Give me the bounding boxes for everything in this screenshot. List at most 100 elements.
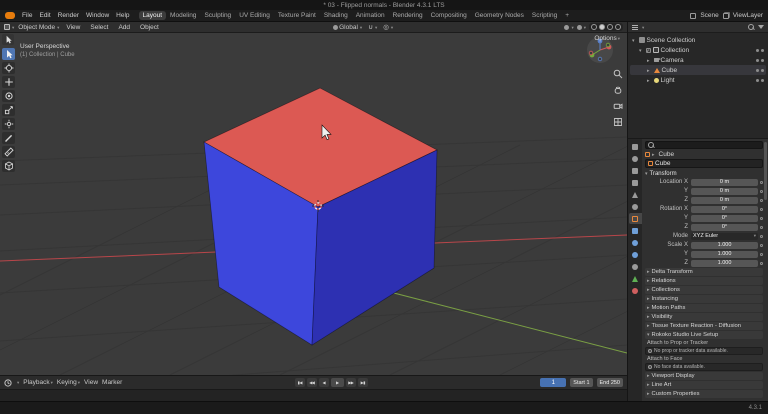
menu-help[interactable]: Help bbox=[113, 11, 132, 20]
eye-icon[interactable] bbox=[756, 58, 759, 62]
transform-panel-header[interactable]: Transform bbox=[645, 169, 763, 178]
animate-dot-icon[interactable] bbox=[760, 252, 763, 256]
menu-file[interactable]: File bbox=[19, 11, 35, 20]
jump-to-end-button[interactable]: ▶▮ bbox=[357, 378, 368, 387]
modifier-properties-tab[interactable] bbox=[629, 225, 642, 236]
play-button[interactable]: ▶ bbox=[330, 378, 344, 387]
menu-view[interactable]: View bbox=[63, 23, 83, 32]
workspace-tab-layout[interactable]: Layout bbox=[138, 11, 167, 20]
menu-render[interactable]: Render bbox=[55, 11, 82, 20]
animate-dot-icon[interactable] bbox=[760, 234, 763, 238]
outliner-row-collection[interactable]: Collection bbox=[630, 45, 766, 55]
section-motion-paths[interactable]: Motion Paths bbox=[645, 304, 763, 312]
tool-tab[interactable] bbox=[629, 141, 642, 152]
eye-icon[interactable] bbox=[756, 68, 759, 72]
menu-object[interactable]: Object bbox=[137, 23, 162, 32]
section-viewport-display[interactable]: Viewport Display bbox=[645, 372, 763, 380]
shading-material-button[interactable] bbox=[606, 24, 613, 30]
eye-icon[interactable] bbox=[756, 78, 759, 82]
camera-render-icon[interactable] bbox=[761, 68, 764, 72]
animate-dot-icon[interactable] bbox=[760, 261, 763, 265]
animate-dot-icon[interactable] bbox=[760, 189, 763, 193]
section-custom-properties[interactable]: Custom Properties bbox=[645, 390, 763, 398]
snap-toggle[interactable]: ∪ bbox=[368, 23, 377, 31]
menu-add[interactable]: Add bbox=[115, 23, 133, 32]
shading-rendered-button[interactable] bbox=[614, 24, 621, 30]
workspace-tab-animation[interactable]: Animation bbox=[352, 11, 389, 20]
overlays-dropdown[interactable] bbox=[576, 24, 586, 31]
ortho-grid-icon[interactable] bbox=[613, 117, 623, 127]
add-cube-tool[interactable] bbox=[2, 160, 15, 172]
proportional-editing-toggle[interactable]: ◎ bbox=[383, 23, 393, 31]
frame-end-field[interactable]: End 250 bbox=[596, 378, 623, 387]
frame-start-field[interactable]: Start 1 bbox=[570, 378, 593, 387]
animate-dot-icon[interactable] bbox=[760, 216, 763, 220]
editor-type-button[interactable] bbox=[4, 24, 14, 31]
previous-keyframe-button[interactable]: ◀◀ bbox=[306, 378, 317, 387]
workspace-tab-compositing[interactable]: Compositing bbox=[427, 11, 471, 20]
camera-render-icon[interactable] bbox=[761, 78, 764, 82]
section-visibility[interactable]: Visibility bbox=[645, 313, 763, 321]
pan-hand-icon[interactable] bbox=[613, 85, 623, 95]
measure-tool[interactable] bbox=[2, 146, 15, 158]
location-x-field[interactable]: 0 m bbox=[691, 178, 758, 186]
options-dropdown[interactable]: Options bbox=[594, 35, 620, 42]
menu-select[interactable]: Select bbox=[87, 23, 111, 32]
current-frame-field[interactable]: 1 bbox=[540, 378, 567, 387]
animate-dot-icon[interactable] bbox=[760, 198, 763, 202]
menu-playback[interactable]: Playback bbox=[23, 379, 53, 386]
shading-wireframe-button[interactable] bbox=[590, 24, 597, 30]
jump-to-start-button[interactable]: ▮◀ bbox=[294, 378, 305, 387]
output-properties-tab[interactable] bbox=[629, 165, 642, 176]
outliner-row-camera[interactable]: Camera bbox=[630, 55, 766, 65]
location-z-field[interactable]: 0 m bbox=[691, 196, 758, 204]
clock-icon[interactable] bbox=[4, 378, 12, 387]
view-layer-properties-tab[interactable] bbox=[629, 177, 642, 188]
collection-checkbox[interactable] bbox=[645, 47, 651, 53]
workspace-tab-geometry-nodes[interactable]: Geometry Nodes bbox=[471, 11, 528, 20]
animate-dot-icon[interactable] bbox=[760, 225, 763, 229]
render-properties-tab[interactable] bbox=[629, 153, 642, 164]
scale-z-field[interactable]: 1.000 bbox=[691, 259, 758, 267]
camera-render-icon[interactable] bbox=[761, 58, 764, 62]
select-box-tool[interactable] bbox=[2, 48, 15, 60]
cursor-tool[interactable] bbox=[2, 62, 15, 74]
scale-tool[interactable] bbox=[2, 104, 15, 116]
scale-y-field[interactable]: 1.000 bbox=[691, 250, 758, 258]
eye-icon[interactable] bbox=[756, 48, 759, 52]
scene-selector[interactable]: Scene bbox=[700, 12, 718, 19]
menu-marker[interactable]: Marker bbox=[102, 379, 122, 386]
shading-solid-button[interactable] bbox=[598, 24, 605, 30]
material-properties-tab[interactable] bbox=[629, 285, 642, 296]
object-data-properties-tab[interactable] bbox=[629, 273, 642, 284]
workspace-tab-scripting[interactable]: Scripting bbox=[528, 11, 561, 20]
timeline-ruler[interactable] bbox=[0, 389, 627, 401]
move-tool[interactable] bbox=[2, 76, 15, 88]
properties-scrollbar[interactable] bbox=[764, 142, 767, 200]
physics-properties-tab[interactable] bbox=[629, 249, 642, 260]
section-delta-transform[interactable]: Delta Transform bbox=[645, 268, 763, 276]
next-keyframe-button[interactable]: ▶▶ bbox=[345, 378, 356, 387]
object-name-field[interactable]: Cube bbox=[645, 159, 763, 168]
workspace-tab-sculpting[interactable]: Sculpting bbox=[200, 11, 235, 20]
animate-dot-icon[interactable] bbox=[760, 243, 763, 247]
scale-x-field[interactable]: 1.000 bbox=[691, 241, 758, 249]
workspace-tab-texture-paint[interactable]: Texture Paint bbox=[274, 11, 320, 20]
rotation-y-field[interactable]: 0° bbox=[691, 214, 758, 222]
menu-edit[interactable]: Edit bbox=[36, 11, 53, 20]
camera-view-icon[interactable] bbox=[613, 101, 623, 111]
section-relations[interactable]: Relations bbox=[645, 277, 763, 285]
rotation-x-field[interactable]: 0° bbox=[691, 205, 758, 213]
transform-orientation-dropdown[interactable]: Global bbox=[333, 24, 362, 31]
play-reverse-button[interactable]: ◀ bbox=[318, 378, 329, 387]
active-tool-icon[interactable] bbox=[2, 34, 14, 45]
section-line-art[interactable]: Line Art bbox=[645, 381, 763, 389]
camera-render-icon[interactable] bbox=[761, 48, 764, 52]
properties-search-input[interactable] bbox=[645, 141, 763, 149]
annotate-tool[interactable] bbox=[2, 132, 15, 144]
location-y-field[interactable]: 0 m bbox=[691, 187, 758, 195]
viewport-3d-scene[interactable] bbox=[0, 33, 627, 375]
outliner-row-light[interactable]: Light bbox=[630, 75, 766, 85]
breadcrumb-object[interactable]: Cube bbox=[659, 151, 675, 158]
transform-tool[interactable] bbox=[2, 118, 15, 130]
